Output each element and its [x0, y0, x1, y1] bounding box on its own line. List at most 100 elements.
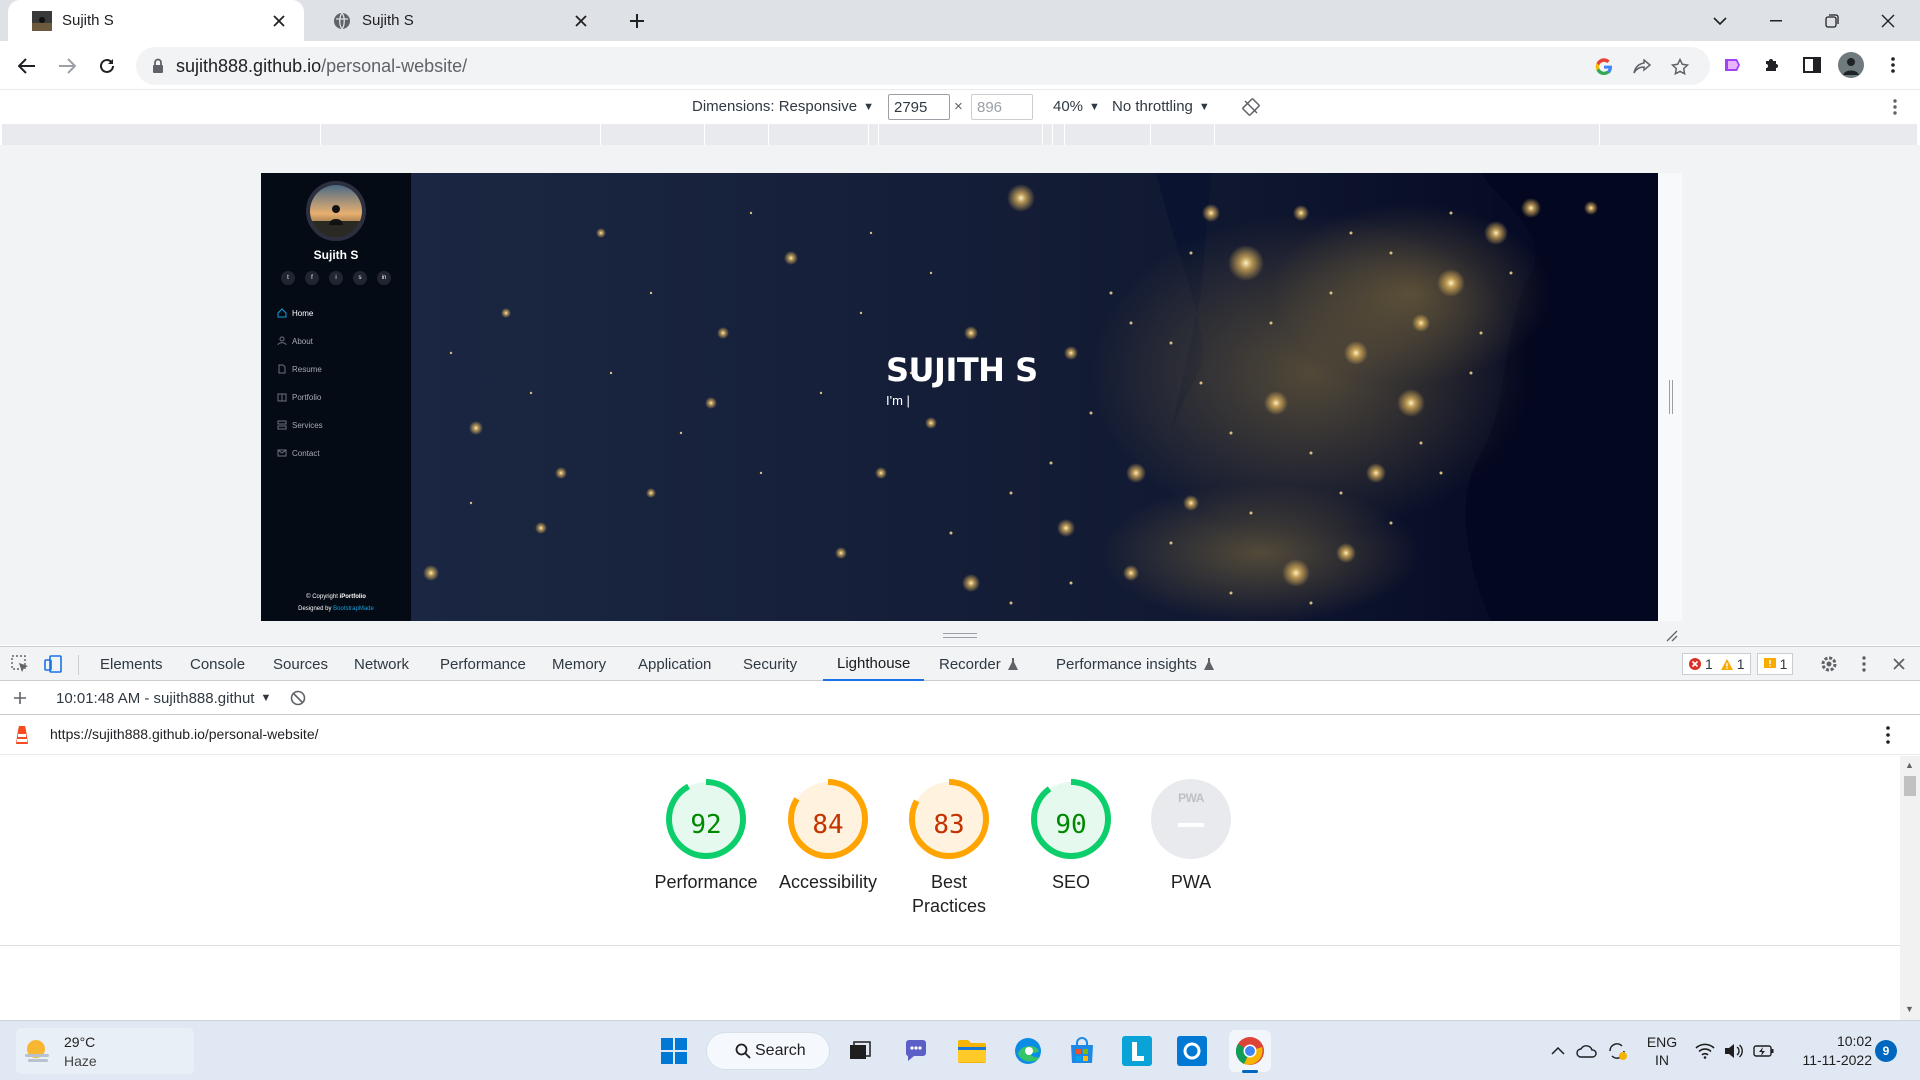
onedrive-button[interactable] — [1574, 1021, 1600, 1080]
instagram-icon[interactable]: i — [329, 271, 343, 285]
height-input[interactable]: 896 — [971, 94, 1033, 120]
rotate-button[interactable] — [1242, 90, 1260, 123]
address-bar[interactable]: sujith888.github.io/personal-website/ — [136, 47, 1710, 85]
gauge-accessibility[interactable]: 84 Accessibility — [763, 756, 893, 894]
skype-icon[interactable]: s — [353, 271, 367, 285]
profile-avatar[interactable] — [1838, 52, 1864, 78]
browser-tab[interactable]: Sujith S — [308, 0, 606, 41]
cortana-app-button[interactable] — [1174, 1033, 1210, 1069]
viewport-resize-handle-right[interactable] — [1669, 380, 1673, 414]
device-toggle-button[interactable] — [43, 647, 63, 681]
tab-security[interactable]: Security — [743, 647, 797, 681]
throttling-dropdown[interactable]: No throttling ▼ — [1112, 90, 1210, 123]
device-toolbar-more-icon[interactable] — [1893, 90, 1897, 123]
site-nav-portfolio[interactable]: Portfolio — [277, 390, 407, 404]
wifi-button[interactable] — [1692, 1021, 1718, 1080]
tray-overflow-button[interactable] — [1546, 1021, 1570, 1080]
task-view-button[interactable] — [842, 1033, 878, 1069]
edge-browser-button[interactable] — [1010, 1033, 1046, 1069]
width-input[interactable]: 2795 — [888, 94, 950, 120]
restore-button[interactable] — [1806, 0, 1858, 41]
new-tab-button[interactable] — [620, 8, 654, 34]
inspect-element-button[interactable] — [10, 647, 30, 681]
extension-icon[interactable] — [1719, 52, 1745, 78]
tab-memory[interactable]: Memory — [552, 647, 606, 681]
battery-button[interactable] — [1751, 1021, 1777, 1080]
new-report-button[interactable] — [13, 681, 27, 715]
scroll-down-icon[interactable]: ▼ — [1905, 1004, 1914, 1014]
facebook-icon[interactable]: f — [305, 271, 319, 285]
night-map-background — [411, 173, 1658, 621]
zoom-dropdown[interactable]: 40% ▼ — [1053, 90, 1100, 123]
devtools-settings-button[interactable] — [1820, 647, 1838, 681]
viewport-resize-handle-bottom[interactable] — [943, 633, 977, 638]
tab-performance[interactable]: Performance — [440, 647, 526, 681]
bookmark-star-icon[interactable] — [1668, 55, 1692, 79]
close-window-button[interactable] — [1862, 0, 1914, 41]
tab-network[interactable]: Network — [354, 647, 409, 681]
tab-lighthouse[interactable]: Lighthouse — [823, 647, 925, 681]
l-app-button[interactable] — [1119, 1033, 1155, 1069]
sync-icon — [1609, 1043, 1627, 1060]
devtools-scrollbar[interactable]: ▲ ▼ — [1900, 756, 1920, 1020]
notification-badge[interactable]: 9 — [1875, 1040, 1897, 1062]
clear-reports-button[interactable] — [290, 681, 306, 715]
linkedin-icon[interactable]: in — [377, 271, 391, 285]
tab-performance-insights[interactable]: Performance insights — [1056, 647, 1215, 681]
error-warning-badge[interactable]: 1 1 — [1682, 653, 1751, 675]
tab-elements[interactable]: Elements — [100, 647, 163, 681]
site-nav-resume[interactable]: Resume — [277, 362, 407, 376]
taskbar-search[interactable]: Search — [706, 1032, 830, 1070]
site-nav-contact[interactable]: Contact — [277, 446, 407, 460]
reload-button[interactable] — [90, 49, 124, 83]
devtools-close-button[interactable] — [1893, 647, 1905, 681]
side-panel-icon[interactable] — [1799, 52, 1825, 78]
scroll-up-icon[interactable]: ▲ — [1905, 760, 1914, 770]
weather-widget[interactable]: 29°C Haze — [16, 1028, 194, 1074]
chat-app-button[interactable] — [898, 1033, 934, 1069]
tab-console[interactable]: Console — [190, 647, 245, 681]
gauge-best-practices[interactable]: 83 Best Practices — [884, 756, 1014, 918]
globe-icon — [334, 12, 350, 29]
report-menu-icon[interactable] — [1886, 726, 1890, 744]
tab-application[interactable]: Application — [638, 647, 711, 681]
share-icon[interactable] — [1630, 55, 1654, 79]
chrome-button[interactable] — [1229, 1030, 1271, 1073]
sync-button[interactable] — [1604, 1021, 1630, 1080]
forward-button[interactable] — [50, 49, 84, 83]
tab-close-icon[interactable] — [570, 10, 592, 32]
devtools-more-button[interactable] — [1862, 647, 1866, 681]
gauge-pwa[interactable]: PWA PWA — [1126, 756, 1256, 894]
report-selector[interactable]: 10:01:48 AM - sujith888.githut ▼ — [56, 681, 271, 715]
scroll-thumb[interactable] — [1904, 776, 1916, 796]
twitter-icon[interactable]: t — [281, 271, 295, 285]
file-explorer-button[interactable] — [954, 1033, 990, 1069]
clock[interactable]: 10:02 11-11-2022 — [1792, 1021, 1872, 1080]
menu-kebab-icon[interactable] — [1880, 52, 1906, 78]
tab-close-icon[interactable] — [268, 10, 290, 32]
start-button[interactable] — [656, 1033, 692, 1069]
gauge-performance[interactable]: 92 Performance — [641, 756, 771, 894]
store-button[interactable] — [1064, 1033, 1100, 1069]
media-query-ruler[interactable] — [2, 124, 1917, 145]
dimensions-dropdown[interactable]: Dimensions: Responsive ▼ — [692, 90, 874, 123]
minimize-button[interactable] — [1750, 0, 1802, 41]
site-nav-home[interactable]: Home — [277, 306, 407, 320]
extensions-puzzle-icon[interactable] — [1759, 52, 1785, 78]
viewport-resize-corner-icon[interactable] — [1664, 628, 1678, 642]
report-url[interactable]: https://sujith888.github.io/personal-web… — [50, 726, 319, 742]
language-indicator[interactable]: ENG IN — [1640, 1021, 1684, 1080]
back-button[interactable] — [10, 49, 44, 83]
tab-sources[interactable]: Sources — [273, 647, 328, 681]
footer-designer-link[interactable]: BootstrapMade — [333, 606, 374, 612]
lock-icon[interactable] — [152, 58, 164, 74]
site-nav-services[interactable]: Services — [277, 418, 407, 432]
gauge-seo[interactable]: 90 SEO — [1006, 756, 1136, 894]
site-nav-about[interactable]: About — [277, 334, 407, 348]
tab-search-button[interactable] — [1694, 0, 1746, 41]
volume-button[interactable] — [1721, 1021, 1747, 1080]
tab-recorder[interactable]: Recorder — [939, 647, 1019, 681]
browser-tab-active[interactable]: Sujith S — [8, 0, 304, 41]
issues-badge[interactable]: 1 — [1756, 653, 1794, 675]
google-icon[interactable] — [1592, 55, 1616, 79]
